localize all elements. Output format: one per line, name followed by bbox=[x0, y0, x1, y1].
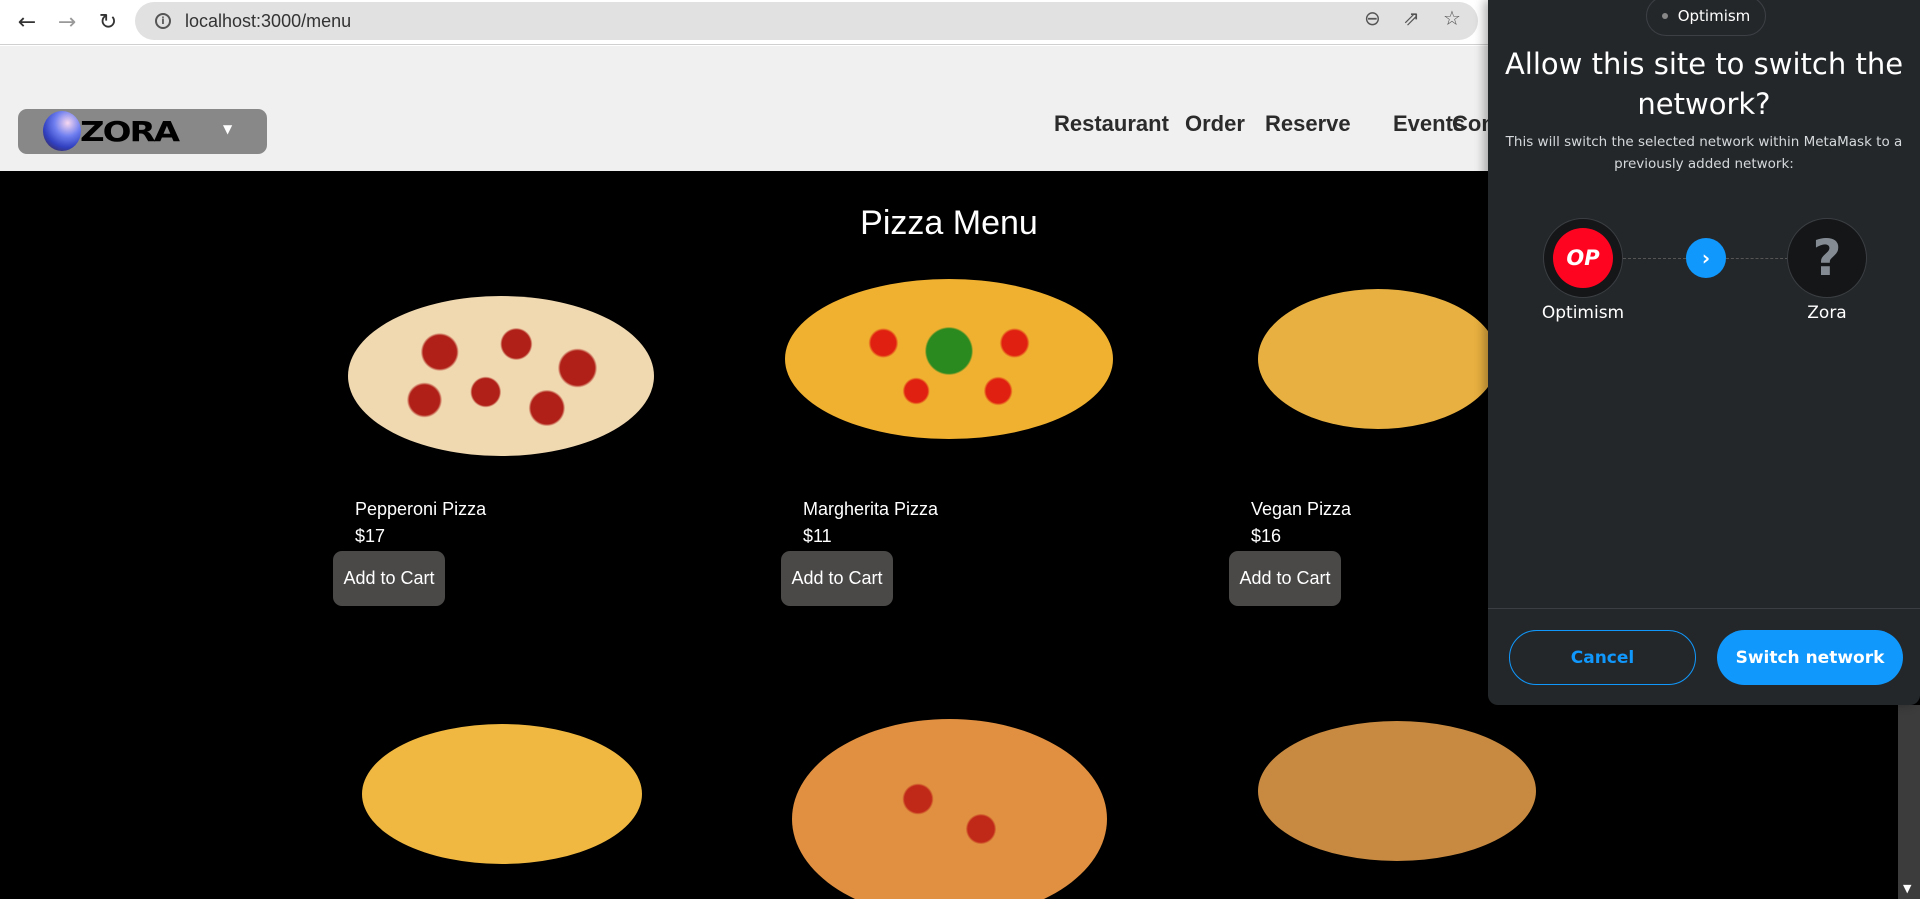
scroll-down-icon[interactable]: ▼ bbox=[1903, 882, 1911, 895]
info-icon[interactable]: i bbox=[155, 13, 171, 29]
pizza-image bbox=[1258, 721, 1536, 861]
question-mark-icon: ? bbox=[1812, 229, 1842, 287]
vegan-pizza-image bbox=[1258, 289, 1498, 429]
to-network-avatar: ? bbox=[1787, 218, 1867, 298]
divider bbox=[1488, 608, 1920, 609]
current-network-pill: Optimism bbox=[1646, 0, 1766, 36]
back-icon[interactable]: ← bbox=[11, 6, 43, 38]
share-icon[interactable]: ⇗ bbox=[1403, 6, 1420, 30]
page-bottom bbox=[0, 899, 1920, 904]
forward-icon[interactable]: → bbox=[51, 6, 83, 38]
item-price: $16 bbox=[1251, 526, 1282, 546]
metamask-switch-network-dialog: Optimism Allow this site to switch the n… bbox=[1488, 0, 1920, 705]
nav-reserve[interactable]: Reserve bbox=[1265, 111, 1351, 137]
cancel-button[interactable]: Cancel bbox=[1509, 630, 1696, 685]
chevron-right-icon: › bbox=[1686, 238, 1726, 278]
pepperoni-pizza-image bbox=[348, 296, 654, 456]
switch-network-button[interactable]: Switch network bbox=[1717, 630, 1903, 685]
add-to-cart-button[interactable]: Add to Cart bbox=[781, 551, 893, 606]
add-to-cart-button[interactable]: Add to Cart bbox=[1229, 551, 1341, 606]
reload-icon[interactable]: ↻ bbox=[92, 6, 124, 38]
dialog-subtitle: This will switch the selected network wi… bbox=[1505, 134, 1903, 172]
zora-orb-icon bbox=[43, 111, 81, 151]
url-text: localhost:3000/menu bbox=[185, 10, 352, 31]
item-price: $17 bbox=[355, 526, 386, 546]
nav-order[interactable]: Order bbox=[1185, 111, 1245, 137]
pizza-image bbox=[792, 719, 1107, 899]
address-bar[interactable]: i localhost:3000/menu bbox=[135, 2, 1478, 40]
chevron-down-icon: ▼ bbox=[223, 122, 233, 136]
connector-line bbox=[1623, 258, 1686, 259]
scrollbar[interactable]: ▼ bbox=[1898, 705, 1920, 899]
optimism-logo-icon: OP bbox=[1553, 228, 1613, 288]
add-to-cart-button[interactable]: Add to Cart bbox=[333, 551, 445, 606]
item-price: $11 bbox=[803, 526, 832, 546]
margherita-pizza-image bbox=[785, 279, 1113, 439]
item-name: Margherita Pizza bbox=[803, 499, 939, 519]
zoom-out-icon[interactable]: ⊖ bbox=[1364, 6, 1381, 30]
status-dot-icon bbox=[1661, 13, 1668, 19]
from-network-label: Optimism bbox=[1541, 303, 1625, 323]
from-network-avatar: OP bbox=[1543, 218, 1623, 298]
current-network-label: Optimism bbox=[1677, 7, 1751, 25]
pizza-image bbox=[362, 724, 642, 864]
connector-line bbox=[1726, 258, 1788, 259]
network-selector[interactable]: ZORA ▼ bbox=[18, 109, 267, 154]
nav-restaurant[interactable]: Restaurant bbox=[1054, 111, 1169, 137]
item-name: Vegan Pizza bbox=[1251, 499, 1352, 519]
zora-logo-text: ZORA bbox=[80, 116, 180, 148]
star-icon[interactable]: ☆ bbox=[1443, 6, 1461, 30]
item-name: Pepperoni Pizza bbox=[355, 499, 487, 519]
to-network-label: Zora bbox=[1807, 303, 1847, 323]
dialog-title: Allow this site to switch the network? bbox=[1504, 47, 1904, 121]
